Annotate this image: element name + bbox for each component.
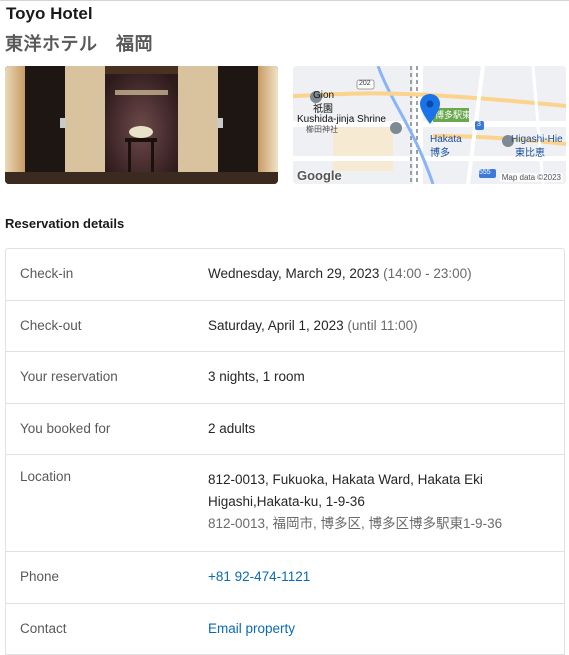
map-label-gion-jp: 祇園 xyxy=(313,100,333,115)
reservation-label: Your reservation xyxy=(6,366,208,388)
contact-value: Email property xyxy=(208,618,564,640)
row-booked-for: You booked for 2 adults xyxy=(6,404,564,456)
phone-label: Phone xyxy=(6,566,208,588)
location-line-3: 812-0013, 福岡市, 博多区, 博多区博多駅東1-9-36 xyxy=(208,513,564,535)
map-route-3: 3 xyxy=(477,121,481,128)
map-route-555: 555 xyxy=(479,169,491,176)
booked-for-value: 2 adults xyxy=(208,418,564,440)
hotel-name: Toyo Hotel xyxy=(6,4,93,24)
row-checkout: Check-out Saturday, April 1, 2023 (until… xyxy=(6,301,564,353)
map-label-hakata-eki: 博多駅東 xyxy=(435,108,471,121)
checkin-time: (14:00 - 23:00) xyxy=(383,266,472,281)
reservation-details-table: Check-in Wednesday, March 29, 2023 (14:0… xyxy=(5,248,565,655)
top-divider xyxy=(0,0,569,1)
contact-label: Contact xyxy=(6,618,208,640)
checkout-date: Saturday, April 1, 2023 xyxy=(208,318,344,333)
checkin-date: Wednesday, March 29, 2023 xyxy=(208,266,379,281)
map-pin-icon[interactable] xyxy=(420,94,440,124)
phone-value: +81 92-474-1121 xyxy=(208,566,564,588)
email-property-link[interactable]: Email property xyxy=(208,621,295,636)
reservation-value: 3 nights, 1 room xyxy=(208,366,564,388)
phone-link[interactable]: +81 92-474-1121 xyxy=(208,569,310,584)
map-label-hakata-jp: 博多 xyxy=(430,144,450,159)
map-credit: Map data ©2023 xyxy=(500,173,563,182)
checkout-time: (until 11:00) xyxy=(347,318,417,333)
hotel-map[interactable]: Gion 祇園 Kushida-jinja Shrine 櫛田神社 Hakata… xyxy=(293,66,566,184)
row-phone: Phone +81 92-474-1121 xyxy=(6,552,564,604)
map-label-kushida-jp: 櫛田神社 xyxy=(306,124,338,135)
hotel-name-japanese: 東洋ホテル 福岡 xyxy=(5,30,153,56)
row-reservation: Your reservation 3 nights, 1 room xyxy=(6,352,564,404)
row-contact: Contact Email property xyxy=(6,604,564,655)
booked-for-label: You booked for xyxy=(6,418,208,440)
hotel-photo[interactable] xyxy=(5,66,278,184)
checkin-label: Check-in xyxy=(6,263,208,285)
checkout-value: Saturday, April 1, 2023 (until 11:00) xyxy=(208,315,564,337)
location-line-1: 812-0013, Fukuoka, Hakata Ward, Hakata E… xyxy=(208,469,564,491)
location-value: 812-0013, Fukuoka, Hakata Ward, Hakata E… xyxy=(208,469,564,535)
google-logo: Google xyxy=(297,168,342,183)
section-title: Reservation details xyxy=(5,216,124,231)
hotel-photo-image xyxy=(5,66,278,184)
map-label-higashi-jp: 東比恵 xyxy=(515,144,545,159)
checkin-value: Wednesday, March 29, 2023 (14:00 - 23:00… xyxy=(208,263,564,285)
row-location: Location 812-0013, Fukuoka, Hakata Ward,… xyxy=(6,455,564,552)
map-route-202: 202 xyxy=(359,80,371,87)
location-line-2: Higashi,Hakata-ku, 1-9-36 xyxy=(208,491,564,513)
checkout-label: Check-out xyxy=(6,315,208,337)
location-label: Location xyxy=(6,469,208,484)
row-checkin: Check-in Wednesday, March 29, 2023 (14:0… xyxy=(6,249,564,301)
